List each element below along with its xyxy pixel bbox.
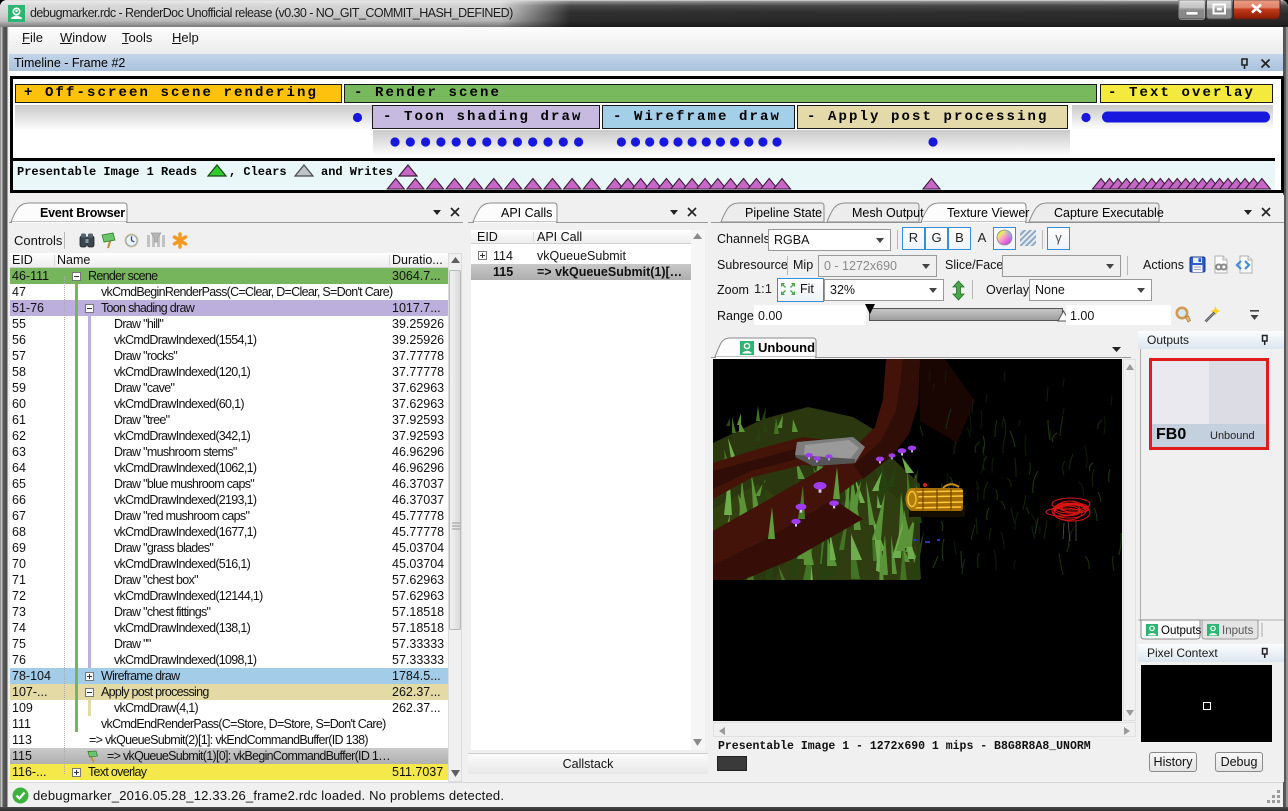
svg-text:Capture Executable: Capture Executable — [1054, 206, 1164, 220]
svg-text:Event Browser: Event Browser — [40, 206, 125, 220]
svg-text:API Calls: API Calls — [501, 206, 552, 220]
svg-text:Texture Viewer: Texture Viewer — [947, 206, 1029, 220]
svg-text:Mesh Output: Mesh Output — [852, 206, 924, 220]
svg-text:Inputs: Inputs — [1222, 625, 1254, 637]
svg-text:Pipeline State: Pipeline State — [745, 206, 822, 220]
svg-text:Outputs: Outputs — [1161, 625, 1202, 637]
svg-text:Unbound: Unbound — [758, 340, 815, 355]
